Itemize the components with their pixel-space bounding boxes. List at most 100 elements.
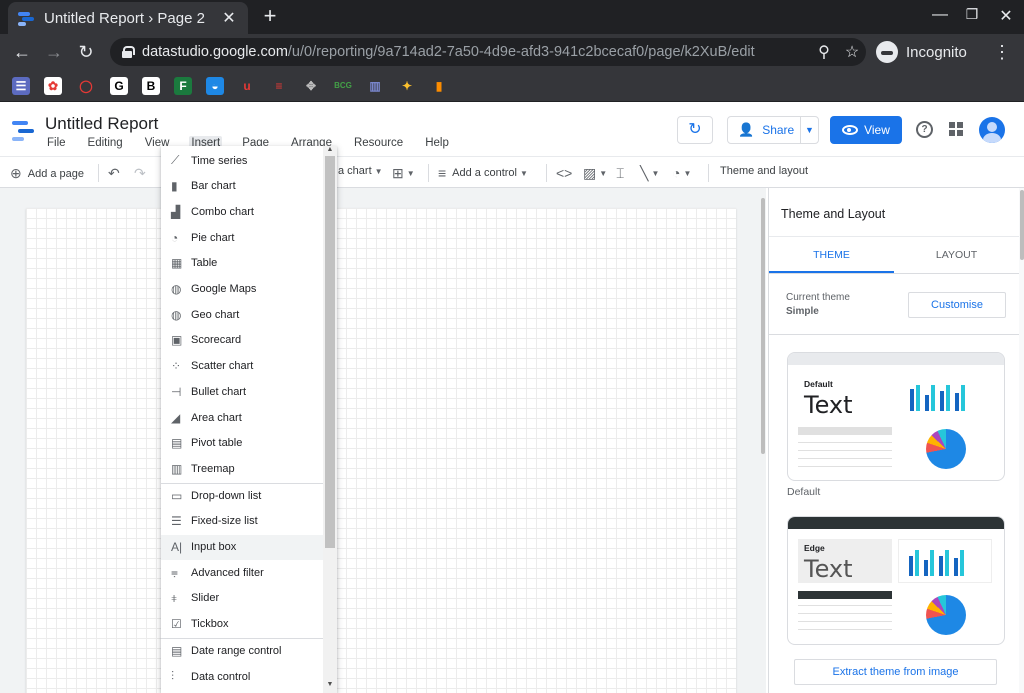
- menu-scroll-thumb[interactable]: [325, 156, 335, 548]
- report-title[interactable]: Untitled Report: [45, 114, 158, 134]
- scroll-up-icon[interactable]: ▲: [326, 146, 334, 153]
- menu-item-bullet-chart[interactable]: ⊣ Bullet chart: [161, 379, 323, 404]
- zoom-icon[interactable]: ⚲: [810, 42, 838, 62]
- menu-item-pivot-table[interactable]: ▤ Pivot table: [161, 431, 323, 456]
- menu-item-bar-chart[interactable]: ▮ Bar chart: [161, 174, 323, 199]
- canvas-scrollbar[interactable]: [760, 188, 766, 693]
- incognito-indicator[interactable]: Incognito: [876, 38, 967, 66]
- menu-item-google-maps[interactable]: ◍ Google Maps: [161, 277, 323, 302]
- bookmark-icon-7[interactable]: ◒: [206, 77, 224, 95]
- help-icon[interactable]: ?: [916, 121, 933, 138]
- bookmark-icon-1[interactable]: ☰: [12, 77, 30, 95]
- theme-preview-darkbar: [798, 591, 892, 599]
- share-dropdown-icon[interactable]: ▼: [800, 117, 818, 143]
- url-text[interactable]: datastudio.google.com/u/0/reporting/9a71…: [142, 44, 810, 60]
- bookmark-icon-10[interactable]: ✥: [302, 77, 320, 95]
- bookmark-icon-12[interactable]: ▥: [366, 77, 384, 95]
- image-button[interactable]: ▨ ▼: [583, 165, 607, 182]
- tab-theme[interactable]: THEME: [769, 237, 894, 273]
- window-close-icon[interactable]: ✕: [996, 6, 1016, 26]
- browser-tab[interactable]: Untitled Report › Page 2 ✕: [8, 2, 248, 34]
- reload-icon[interactable]: ↻: [74, 40, 98, 64]
- menu-item-label: Date range control: [191, 644, 282, 657]
- bookmark-icon-5[interactable]: B: [142, 77, 160, 95]
- theme-preview-bars: [910, 385, 965, 411]
- theme-layout-button[interactable]: Theme and layout: [720, 165, 808, 177]
- redo-button[interactable]: ↷: [134, 165, 146, 182]
- menu-item-tickbox[interactable]: ☑ Tickbox: [161, 612, 323, 637]
- bookmark-icon-8[interactable]: u: [238, 77, 256, 95]
- refresh-data-button[interactable]: ↻: [677, 116, 713, 144]
- bookmark-icon-11[interactable]: BCG: [334, 77, 352, 95]
- panel-scrollbar[interactable]: [1019, 188, 1024, 693]
- menu-item-label: Slider: [191, 592, 220, 605]
- menu-resource[interactable]: Resource: [352, 136, 405, 150]
- shape-button[interactable]: ◔ ▼: [672, 165, 691, 181]
- menu-help[interactable]: Help: [423, 136, 451, 150]
- menu-item-input-box[interactable]: A| Input box: [161, 534, 323, 560]
- view-button[interactable]: View: [830, 116, 902, 144]
- line-button[interactable]: ╲ ▼: [640, 165, 659, 182]
- minimize-icon[interactable]: —: [930, 6, 950, 24]
- bookmark-icon-14[interactable]: ▮: [430, 77, 448, 95]
- panel-divider: [769, 334, 1019, 335]
- add-chart-button[interactable]: a chart ▼: [338, 165, 383, 177]
- tab-layout[interactable]: LAYOUT: [894, 237, 1019, 273]
- bookmark-icon-6[interactable]: F: [174, 77, 192, 95]
- menu-scrollbar[interactable]: ▲ ▼: [323, 146, 337, 693]
- bookmarks-bar: ☰ ✿ ◯ G B F ◒ u ≡ ✥ BCG ▥ ✦ ▮: [0, 70, 1024, 102]
- forward-icon[interactable]: →: [42, 40, 66, 64]
- restore-icon[interactable]: ❐: [962, 6, 982, 23]
- menu-item-treemap[interactable]: ▥ Treemap: [161, 456, 323, 481]
- current-theme-value: Simple: [786, 306, 819, 317]
- add-page-button[interactable]: ⊕ Add a page: [10, 165, 84, 182]
- embed-url-button[interactable]: <>: [556, 165, 572, 181]
- apps-grid-icon[interactable]: [949, 122, 963, 136]
- bookmark-icon-13[interactable]: ✦: [398, 77, 416, 95]
- extract-theme-button[interactable]: Extract theme from image: [794, 659, 997, 685]
- community-viz-button[interactable]: ⊞ ▼: [392, 165, 415, 182]
- menu-item-fixed-size-list[interactable]: ☰ Fixed-size list: [161, 509, 323, 534]
- menu-item-pie-chart[interactable]: ◔ Pie chart: [161, 225, 323, 250]
- menu-item-drop-down-list[interactable]: ▭ Drop-down list: [161, 483, 323, 508]
- new-tab-icon[interactable]: +: [258, 5, 282, 29]
- bookmark-icon-2[interactable]: ✿: [44, 77, 62, 95]
- bookmark-star-icon[interactable]: ☆: [838, 42, 866, 62]
- menu-item-scatter-chart[interactable]: ⁘ Scatter chart: [161, 354, 323, 379]
- menu-item-scorecard[interactable]: ▣ Scorecard: [161, 328, 323, 353]
- browser-menu-icon[interactable]: ⋮: [992, 42, 1012, 63]
- refresh-icon: ↻: [688, 121, 702, 138]
- bookmark-icon-9[interactable]: ≡: [270, 77, 288, 95]
- menu-item-slider[interactable]: ⧧ Slider: [161, 586, 323, 611]
- menu-item-advanced-filter[interactable]: ⩦ Advanced filter: [161, 560, 323, 585]
- report-page[interactable]: [26, 208, 736, 693]
- menu-editing[interactable]: Editing: [86, 136, 125, 150]
- bookmark-icon-4[interactable]: G: [110, 77, 128, 95]
- chevron-down-icon: ▼: [520, 168, 528, 178]
- menu-item-table[interactable]: ▦ Table: [161, 251, 323, 276]
- menu-item-combo-chart[interactable]: ▟ Combo chart: [161, 199, 323, 224]
- share-button[interactable]: 👤 Share ▼: [727, 116, 819, 144]
- menu-item-data-control[interactable]: ⫶ Data control: [161, 664, 323, 689]
- image-icon: ▨: [583, 165, 597, 181]
- theme-card-edge[interactable]: Edge Text: [787, 516, 1005, 645]
- menu-item-geo-chart[interactable]: ◍ Geo chart: [161, 302, 323, 327]
- data-studio-logo-icon[interactable]: [12, 119, 36, 143]
- bookmark-icon-3[interactable]: ◯: [77, 77, 95, 95]
- avatar[interactable]: [979, 117, 1005, 143]
- menu-file[interactable]: File: [45, 136, 68, 150]
- add-chart-label: a chart: [338, 165, 372, 177]
- back-icon[interactable]: ←: [10, 40, 34, 64]
- menu-item-area-chart[interactable]: ◢ Area chart: [161, 405, 323, 430]
- app-header: Untitled Report File Editing View Insert…: [0, 104, 1024, 156]
- theme-card-default[interactable]: Default Text: [787, 352, 1005, 481]
- text-button[interactable]: ⌶: [616, 165, 624, 182]
- menu-item-date-range-control[interactable]: ▤ Date range control: [161, 638, 323, 663]
- undo-button[interactable]: ↶: [108, 165, 120, 182]
- scroll-down-icon[interactable]: ▼: [326, 681, 334, 688]
- customise-button[interactable]: Customise: [908, 292, 1006, 318]
- close-tab-icon[interactable]: ✕: [220, 8, 238, 28]
- menu-item-time-series[interactable]: ⟋ Time series: [161, 148, 323, 173]
- add-control-button[interactable]: ≡ Add a control ▼: [438, 165, 528, 181]
- address-bar[interactable]: datastudio.google.com/u/0/reporting/9a71…: [110, 38, 866, 66]
